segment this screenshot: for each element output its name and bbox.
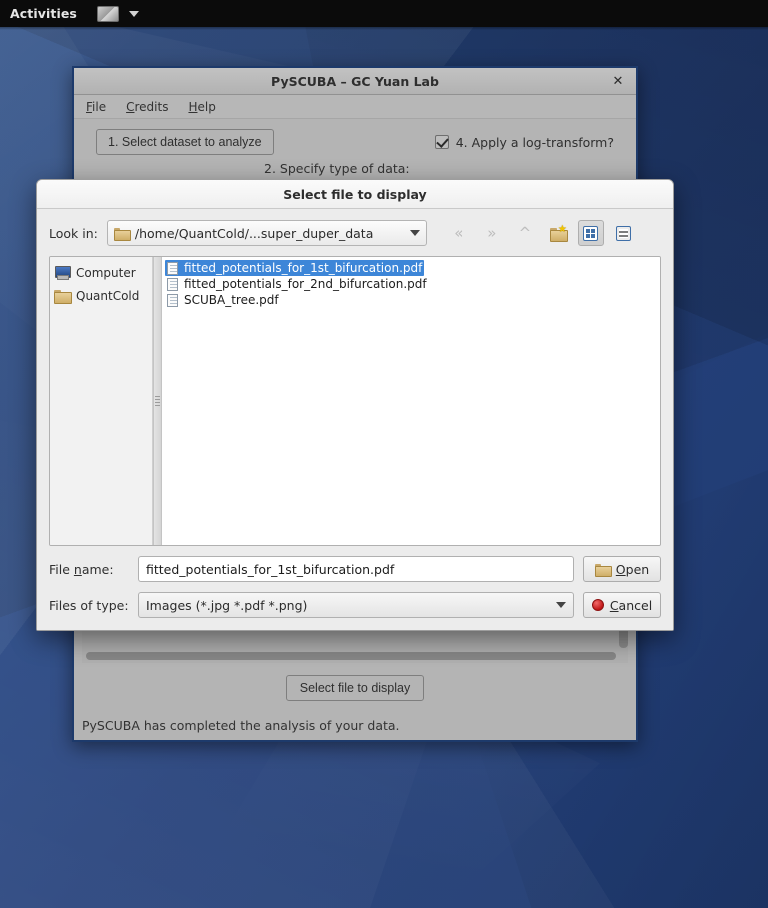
select-dataset-button[interactable]: 1. Select dataset to analyze	[96, 129, 274, 155]
files-of-type-row: Files of type: Images (*.jpg *.pdf *.png…	[49, 592, 661, 618]
status-text: PySCUBA has completed the analysis of yo…	[82, 717, 400, 733]
file-name-label: fitted_potentials_for_2nd_bifurcation.pd…	[184, 277, 427, 291]
look-in-value: /home/QuantCold/...super_duper_data	[134, 225, 374, 241]
back-icon[interactable]: «	[446, 220, 472, 246]
files-of-type-combobox[interactable]: Images (*.jpg *.pdf *.png)	[138, 592, 574, 618]
chevron-down-icon	[556, 602, 566, 608]
look-in-row: Look in: /home/QuantCold/...super_duper_…	[49, 219, 661, 247]
open-button[interactable]: Open	[583, 556, 661, 582]
step-2-label: 2. Specify type of data:	[264, 161, 410, 176]
log-transform-checkbox[interactable]	[434, 135, 449, 149]
status-bar: PySCUBA has completed the analysis of yo…	[74, 711, 636, 739]
computer-icon	[54, 265, 71, 280]
horizontal-scrollbar[interactable]	[86, 652, 616, 660]
step-row-1: 1. Select dataset to analyze 4. Apply a …	[74, 129, 636, 155]
home-folder-icon	[54, 289, 72, 304]
sidebar-item-label: QuantCold	[76, 288, 140, 303]
window-icon[interactable]	[96, 5, 119, 22]
list-item[interactable]: SCUBA_tree.pdf	[165, 292, 281, 308]
file-name-label: fitted_potentials_for_1st_bifurcation.pd…	[184, 261, 423, 275]
select-file-to-display-button[interactable]: Select file to display	[285, 675, 425, 701]
close-icon[interactable]: ✕	[609, 72, 627, 90]
file-name-label: File name:	[49, 561, 114, 577]
look-in-combobox[interactable]: /home/QuantCold/...super_duper_data	[106, 220, 427, 246]
dialog-body: Look in: /home/QuantCold/...super_duper_…	[37, 209, 673, 630]
file-name-input[interactable]: fitted_potentials_for_1st_bifurcation.pd…	[138, 556, 574, 582]
menu-item-credits[interactable]: Credits	[126, 100, 168, 114]
main-window-titlebar: PySCUBA – GC Yuan Lab ✕	[74, 66, 636, 95]
chevron-down-icon[interactable]	[128, 10, 139, 17]
panel-splitter[interactable]	[153, 257, 162, 545]
select-file-button-wrap: Select file to display	[74, 675, 636, 701]
log-transform-label: 4. Apply a log-transform?	[455, 134, 614, 150]
menu-item-file[interactable]: File	[86, 100, 106, 114]
list-item[interactable]: fitted_potentials_for_2nd_bifurcation.pd…	[165, 276, 429, 292]
dialog-title: Select file to display	[283, 186, 427, 202]
look-in-label: Look in:	[49, 225, 98, 241]
parent-directory-icon[interactable]: ^	[512, 220, 538, 246]
open-button-label: Open	[615, 561, 650, 577]
new-folder-icon[interactable]: ★	[545, 220, 571, 246]
file-name-label: SCUBA_tree.pdf	[184, 293, 279, 307]
folder-icon	[594, 563, 612, 577]
sidebar-item-computer[interactable]: Computer	[54, 261, 152, 284]
sidebar-item-quantcold[interactable]: QuantCold	[54, 284, 152, 307]
select-file-dialog: Select file to display Look in: /home/Qu…	[36, 179, 674, 631]
files-of-type-label: Files of type:	[49, 597, 129, 613]
cancel-button[interactable]: Cancel	[583, 592, 661, 618]
dialog-sidebar: Computer QuantCold	[50, 257, 153, 545]
file-name-row: File name: fitted_potentials_for_1st_bif…	[49, 556, 661, 582]
stop-icon	[591, 599, 604, 611]
menubar: File Credits Help	[74, 95, 636, 119]
topbar-shadow	[0, 27, 768, 30]
file-browser-panel: Computer QuantCold fitted_potentials_for…	[49, 256, 661, 546]
page-title: PySCUBA – GC Yuan Lab	[271, 73, 439, 89]
list-item[interactable]: fitted_potentials_for_1st_bifurcation.pd…	[165, 260, 425, 276]
sidebar-item-label: Computer	[76, 265, 136, 280]
forward-icon[interactable]: »	[479, 220, 505, 246]
activities-button[interactable]: Activities	[10, 6, 77, 21]
chevron-down-icon	[409, 230, 420, 236]
menu-item-help[interactable]: Help	[188, 100, 215, 114]
gnome-top-bar: Activities	[0, 0, 768, 30]
splitter-grip	[155, 396, 160, 406]
dialog-titlebar: Select file to display	[37, 180, 673, 209]
file-list[interactable]: fitted_potentials_for_1st_bifurcation.pd…	[162, 257, 660, 545]
document-icon	[167, 277, 178, 291]
file-name-value: fitted_potentials_for_1st_bifurcation.pd…	[146, 561, 395, 577]
dialog-toolbar: « » ^ ★	[446, 220, 637, 246]
files-of-type-value: Images (*.jpg *.pdf *.png)	[146, 597, 308, 613]
detail-view-icon[interactable]	[611, 220, 637, 246]
folder-icon	[113, 227, 131, 241]
document-icon	[167, 293, 178, 307]
cancel-button-label: Cancel	[609, 597, 653, 613]
document-icon	[167, 261, 178, 275]
list-view-icon[interactable]	[577, 220, 604, 246]
log-transform-checkbox-group[interactable]: 4. Apply a log-transform?	[434, 134, 614, 150]
